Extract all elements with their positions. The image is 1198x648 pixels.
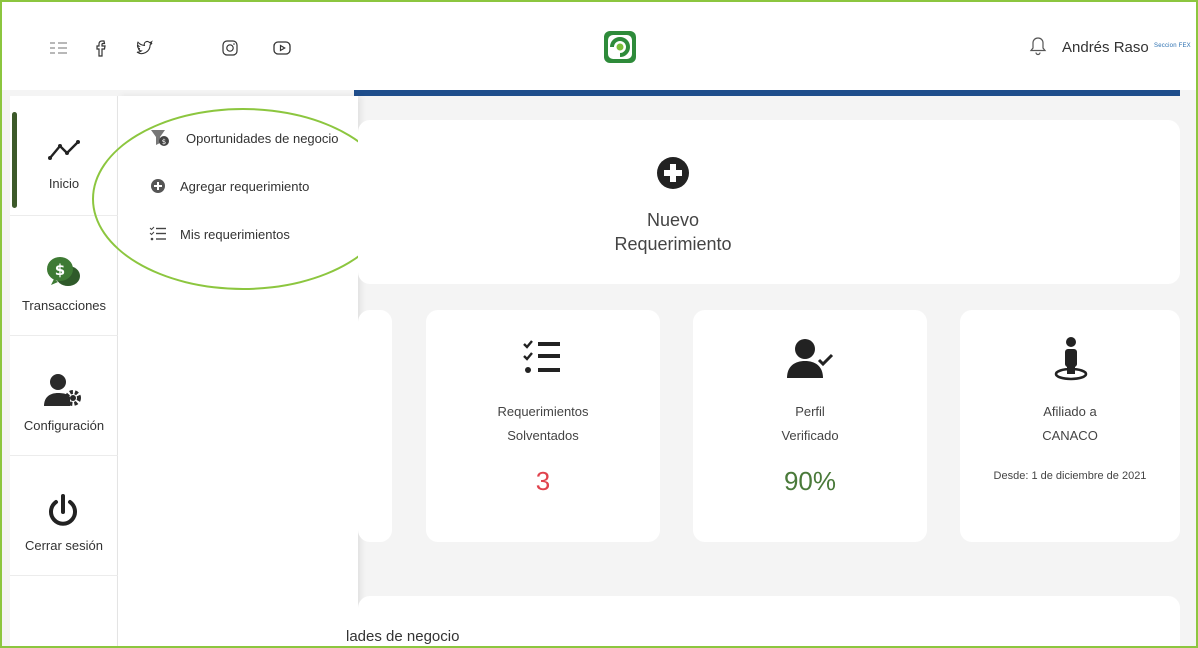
stat-card-afiliado[interactable]: Afiliado a CANACO Desde: 1 de diciembre …: [960, 310, 1180, 542]
sidebar-item-label: Cerrar sesión: [24, 538, 104, 553]
bell-icon[interactable]: [1029, 36, 1047, 56]
highlight-annotation: [92, 108, 394, 290]
stat-label-line1: Perfil: [795, 404, 825, 419]
user-name[interactable]: Andrés Raso: [1062, 39, 1149, 56]
trend-chart-icon: [48, 140, 80, 160]
stat-label-line2: Verificado: [781, 428, 839, 443]
app-frame: Andrés Raso Seccion FEX Inicio $ Transac…: [0, 0, 1198, 648]
stat-value: 3: [535, 466, 551, 496]
plus-circle-icon: [657, 157, 689, 189]
user-gear-icon: [44, 374, 81, 406]
active-indicator: [12, 112, 17, 208]
stat-label-line2: Solventados: [507, 428, 579, 443]
stat-label-line2: CANACO: [1042, 428, 1098, 443]
facebook-icon[interactable]: [92, 38, 112, 58]
stat-card-partial: [358, 310, 392, 542]
stat-label-line1: Requerimientos: [497, 404, 589, 419]
checklist-icon: [523, 340, 560, 373]
money-chat-icon: $: [47, 257, 80, 286]
brand-logo[interactable]: [603, 30, 637, 64]
top-bar: Andrés Raso Seccion FEX: [2, 2, 1196, 90]
partner-logo: Seccion FEX: [1154, 43, 1191, 49]
business-opportunities-card: lades de negocio: [346, 596, 1180, 646]
new-requirement-line1: Nuevo: [646, 210, 700, 230]
power-icon: [49, 494, 77, 526]
sidebar-item-label: Configuración: [23, 418, 105, 433]
user-check-icon: [787, 339, 834, 378]
header-accent-strip: [354, 90, 1180, 96]
new-requirement-card[interactable]: Nuevo Requerimiento: [358, 120, 1180, 284]
person-location-icon: [1054, 337, 1088, 381]
sidebar-item-cerrar-sesion[interactable]: Cerrar sesión: [10, 456, 118, 576]
youtube-icon[interactable]: [272, 38, 292, 58]
affiliation-date: Desde: 1 de diciembre de 2021: [993, 470, 1147, 482]
menu-toggle-icon[interactable]: [48, 38, 68, 58]
twitter-icon[interactable]: [134, 38, 154, 58]
instagram-icon[interactable]: [220, 38, 240, 58]
stat-card-requerimientos[interactable]: Requerimientos Solventados 3: [426, 310, 660, 542]
sidebar-item-configuracion[interactable]: Configuración: [10, 336, 118, 456]
sidebar-item-label: Transacciones: [21, 298, 107, 313]
stat-value: 90%: [783, 466, 837, 496]
stat-label-line1: Afiliado a: [1043, 404, 1097, 419]
new-requirement-line2: Requerimiento: [614, 234, 732, 254]
sidebar-item-transacciones[interactable]: $ Transacciones: [10, 216, 118, 336]
svg-text:$: $: [55, 261, 65, 279]
stat-card-perfil[interactable]: Perfil Verificado 90%: [693, 310, 927, 542]
section-title: lades de negocio: [346, 628, 460, 645]
